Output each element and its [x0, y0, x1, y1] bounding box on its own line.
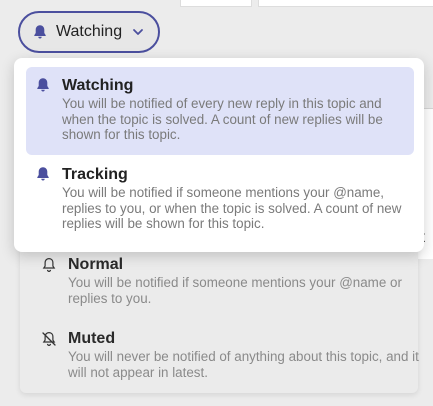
notification-level-button[interactable]: Watching [18, 11, 160, 53]
option-title: Watching [62, 77, 134, 94]
option-description: You will never be notified of anything a… [68, 349, 419, 380]
menu-continuation-panel: Normal You will be notified if someone m… [20, 240, 420, 393]
bell-slash-icon [42, 331, 56, 346]
option-watching[interactable]: Watching You will be notified of every n… [26, 67, 414, 155]
option-normal[interactable]: Normal You will be notified if someone m… [32, 254, 420, 314]
option-tracking[interactable]: Tracking You will be notified if someone… [26, 158, 414, 242]
bell-filled-icon [37, 78, 49, 92]
option-muted[interactable]: Muted You will never be notified of anyt… [32, 328, 420, 388]
background-box [180, 0, 252, 7]
option-description: You will be notified if someone mentions… [62, 185, 402, 231]
notification-level-label: Watching [56, 23, 123, 40]
bell-filled-icon [37, 167, 49, 181]
option-description: You will be notified if someone mentions… [68, 275, 402, 306]
chevron-down-icon [133, 29, 144, 35]
bell-outline-icon [42, 257, 56, 272]
option-title: Normal [68, 256, 124, 273]
bell-icon [34, 25, 46, 39]
option-title: Muted [68, 330, 116, 347]
background-box [258, 0, 433, 7]
notification-level-menu: Watching You will be notified of every n… [14, 58, 424, 252]
option-title: Tracking [62, 166, 128, 183]
option-description: You will be notified of every new reply … [62, 96, 383, 142]
